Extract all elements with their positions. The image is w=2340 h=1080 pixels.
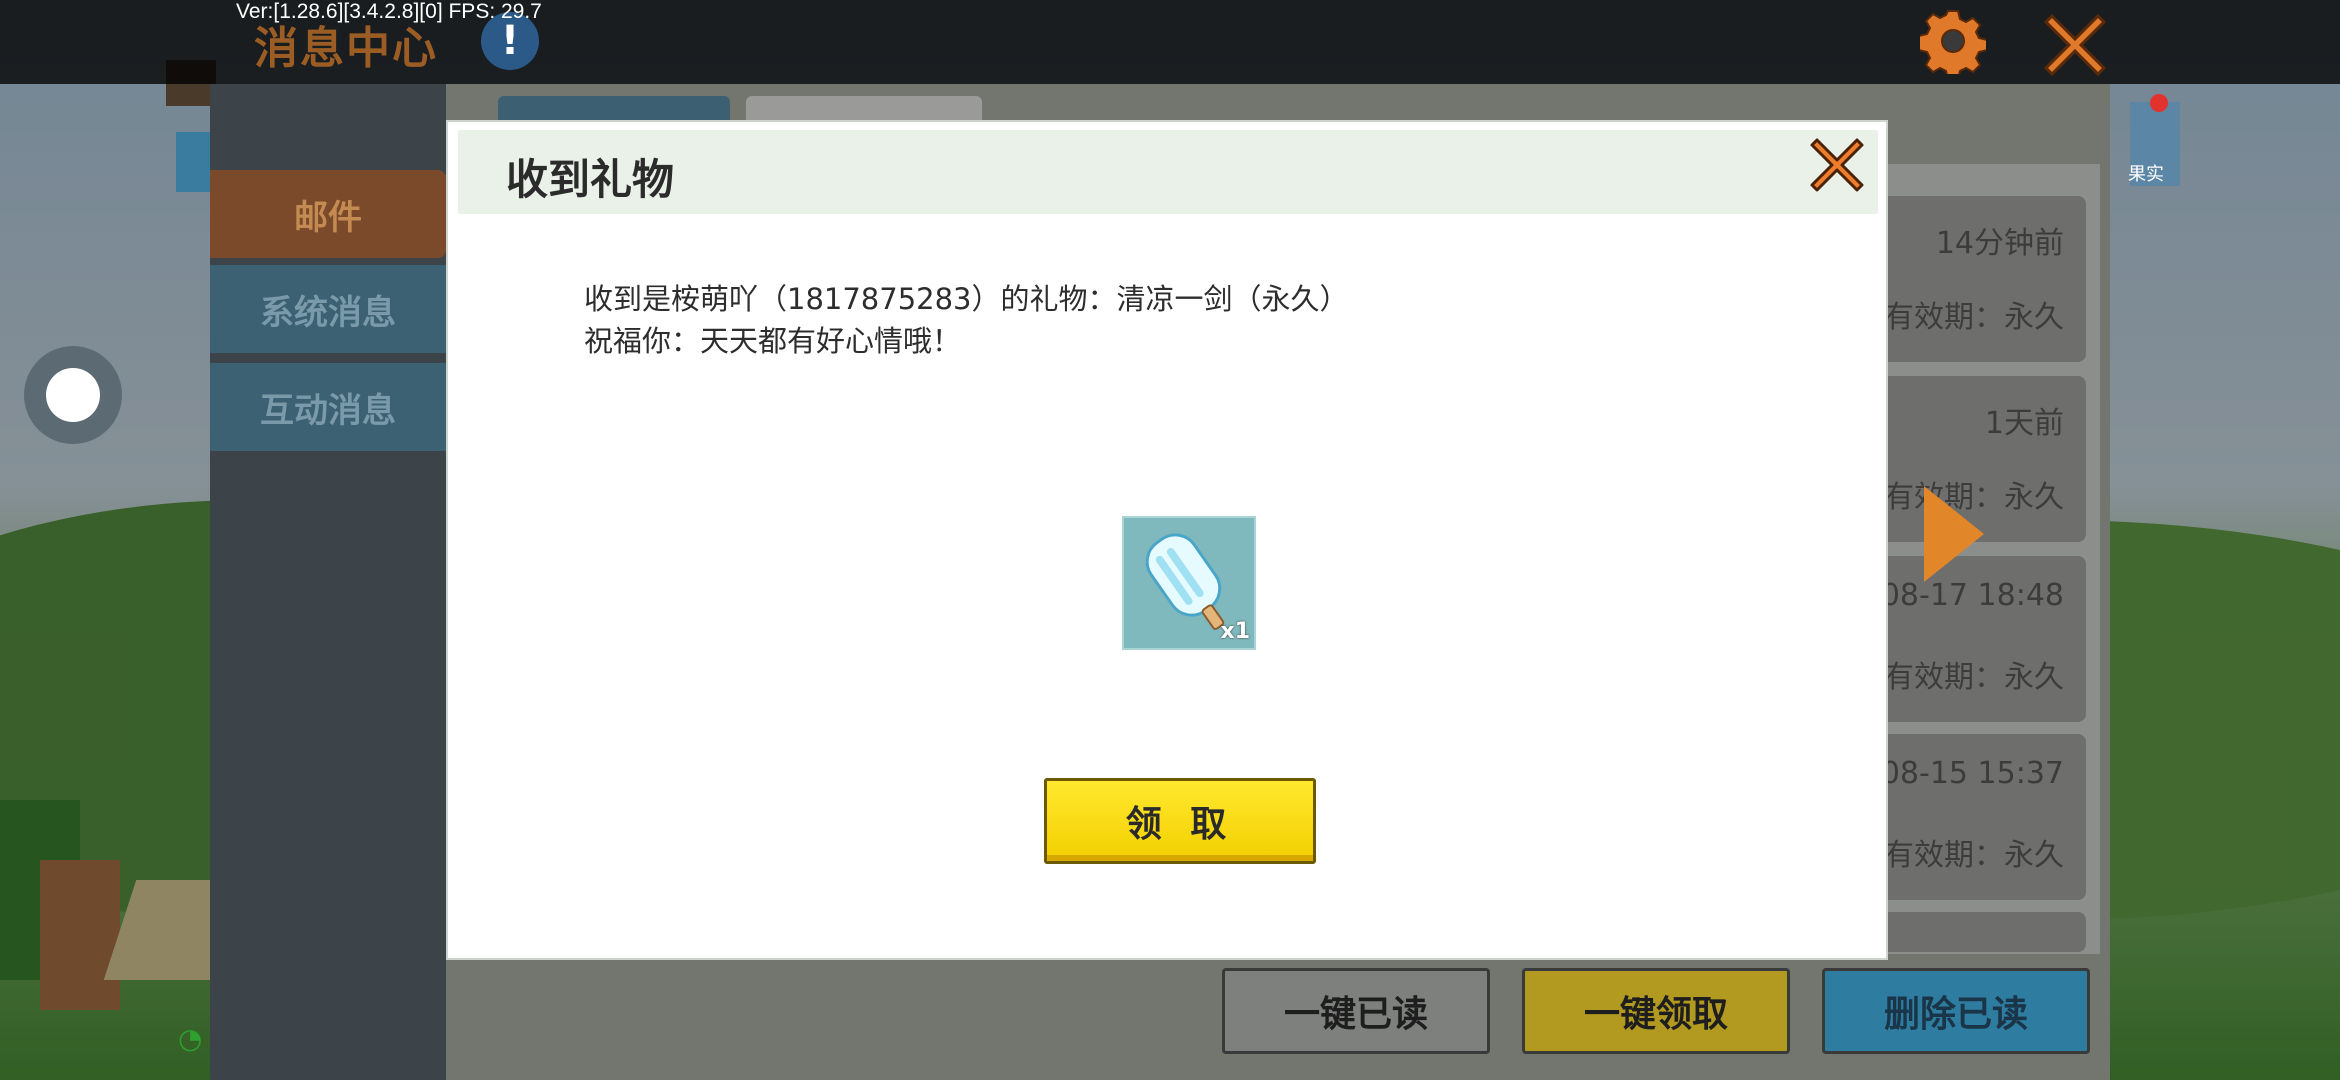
gear-icon[interactable]	[1920, 8, 1986, 74]
dialog-title: 收到礼物	[506, 155, 675, 204]
mail-time: 08-17 18:48	[1880, 578, 2064, 613]
gift-message-line: 收到是桉萌吖（1817875283）的礼物：清凉一剑（永久）	[584, 282, 1349, 316]
gift-blessing-line: 祝福你：天天都有好心情哦！	[584, 324, 962, 358]
claim-all-button[interactable]: 一键领取	[1522, 968, 1790, 1054]
gift-dialog: 收到礼物 收到是桉萌吖（1817875283）的礼物：清凉一剑（永久） 祝福你：…	[446, 120, 1888, 960]
mail-expiry: 有效期：永久	[1884, 660, 2064, 695]
claim-button[interactable]: 领 取	[1044, 778, 1316, 864]
sidebar-item-mail[interactable]: 邮件	[210, 170, 446, 258]
notification-dot	[2150, 94, 2168, 112]
debug-version-text: Ver:[1.28.6][3.4.2.8][0] FPS: 29.7	[236, 0, 542, 23]
wifi-icon: ◔	[178, 1022, 203, 1055]
mail-expiry: 有效期：永久	[1884, 838, 2064, 873]
mark-all-read-button[interactable]: 一键已读	[1222, 968, 1490, 1054]
gift-item-count: x1	[1220, 619, 1251, 644]
delete-read-button[interactable]: 删除已读	[1822, 968, 2090, 1054]
mail-list-item[interactable]: 14分钟前 有效期：永久	[1860, 196, 2086, 362]
close-icon[interactable]	[2040, 10, 2110, 80]
joystick-button[interactable]	[24, 346, 122, 444]
sidebar-item-system[interactable]: 系统消息	[210, 265, 446, 353]
mail-list-item[interactable]	[1860, 912, 2086, 952]
play-arrow-icon[interactable]	[1924, 486, 1984, 582]
mail-time: 08-15 15:37	[1880, 756, 2064, 791]
mail-time: 1天前	[1984, 406, 2064, 441]
mail-list-item[interactable]: 08-15 15:37 有效期：永久	[1860, 734, 2086, 900]
mail-time: 14分钟前	[1935, 226, 2064, 261]
fruit-item-label: 果实	[2128, 164, 2164, 185]
sidebar-item-interaction[interactable]: 互动消息	[210, 363, 446, 451]
mail-expiry: 有效期：永久	[1884, 300, 2064, 335]
dialog-close-icon[interactable]	[1808, 136, 1866, 194]
dialog-header: 收到礼物	[458, 130, 1878, 214]
gift-item-slot[interactable]: x1	[1122, 516, 1256, 650]
